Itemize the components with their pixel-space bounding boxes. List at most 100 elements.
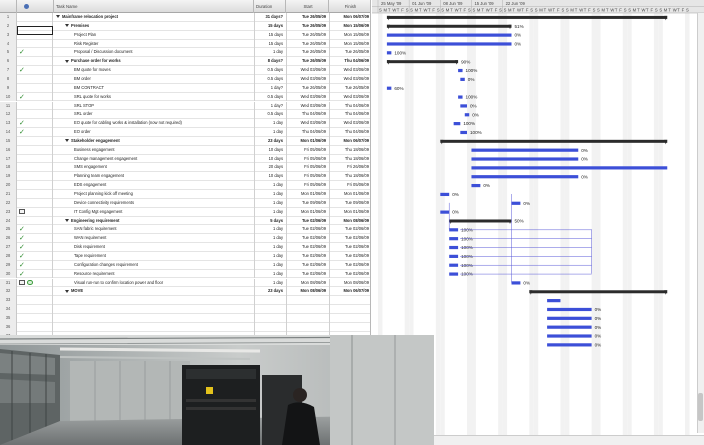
table-row[interactable]: 30 ✓ Resource requirement 1 day Tue 02/06/09…: [0, 269, 370, 279]
task-finish[interactable]: Mon 06/07/09: [329, 136, 370, 146]
table-row[interactable]: 12 SRL order 0.5 days Thu 04/06/09 Thu 04/06…: [0, 110, 370, 120]
table-row[interactable]: 20 EDS engagement 1 day Fri 05/06/09 Fri 05/…: [0, 181, 370, 190]
task-duration[interactable]: 1 day: [254, 260, 285, 270]
task-duration[interactable]: 1 day?: [254, 83, 285, 93]
collapse-toggle-icon[interactable]: [56, 15, 60, 19]
task-name[interactable]: Project planning kick off meeting: [54, 190, 254, 199]
task-start[interactable]: [286, 322, 328, 332]
task-start[interactable]: Tue 26/05/09: [286, 39, 328, 49]
table-row[interactable]: 18 SMS engagement 20 days Fri 05/06/09 Fri 2…: [0, 163, 370, 173]
table-row[interactable]: 24 Engineering requirement 5 days Tue 02/06…: [0, 216, 370, 226]
task-start[interactable]: Wed 03/06/09: [286, 92, 328, 102]
start-header[interactable]: Start: [286, 0, 329, 13]
task-duration[interactable]: 0.5 days: [254, 66, 285, 75]
task-name[interactable]: Business engagement: [54, 146, 254, 155]
task-duration[interactable]: 5 days: [254, 216, 285, 226]
task-finish[interactable]: Mon 08/06/09: [329, 278, 370, 288]
table-row[interactable]: 4 Risk Register 15 days Tue 26/05/09 Mon 15/…: [0, 39, 370, 49]
task-duration[interactable]: 20 days: [254, 163, 285, 173]
task-finish[interactable]: Wed 03/06/09: [329, 92, 370, 102]
table-row[interactable]: 21 Project planning kick off meeting 1 day…: [0, 190, 370, 199]
task-finish[interactable]: Tue 26/05/09: [329, 83, 370, 93]
task-duration[interactable]: 1 day: [254, 48, 285, 58]
table-row[interactable]: 11 SRL STOP 1 day? Wed 03/06/09 Thu 04/06/09: [0, 101, 370, 111]
task-duration[interactable]: 1 day: [254, 243, 285, 252]
task-name[interactable]: Configuration changes requirement: [54, 261, 254, 270]
row-id[interactable]: 30: [0, 269, 17, 279]
row-id[interactable]: 22: [0, 198, 17, 208]
table-row[interactable]: 13 ✓ EO quote for cabling works & installa…: [0, 119, 370, 129]
task-finish[interactable]: Mon 15/06/09: [329, 21, 370, 31]
task-finish[interactable]: Tue 02/06/09: [329, 243, 370, 252]
task-name[interactable]: Premises: [54, 22, 254, 31]
row-id[interactable]: 20: [0, 181, 17, 190]
task-name[interactable]: SRL quote for works: [54, 93, 254, 102]
task-duration[interactable]: 10 days: [254, 145, 285, 155]
task-duration[interactable]: 1 day: [254, 181, 285, 190]
task-start[interactable]: Tue 26/05/09: [286, 57, 328, 67]
task-duration[interactable]: 23 days: [254, 136, 285, 146]
row-id[interactable]: 7: [0, 66, 17, 75]
task-start[interactable]: Tue 26/05/09: [286, 21, 328, 31]
task-name[interactable]: [54, 305, 254, 314]
task-start[interactable]: Tue 02/06/09: [286, 251, 328, 261]
row-id[interactable]: 5: [0, 48, 17, 58]
row-id[interactable]: 32: [0, 287, 17, 297]
task-duration[interactable]: 15 days: [254, 30, 285, 40]
task-duration[interactable]: 8 days?: [254, 57, 285, 67]
row-id[interactable]: 25: [0, 225, 17, 235]
task-duration[interactable]: 1 day: [254, 190, 285, 199]
task-name[interactable]: MOVE: [54, 287, 254, 296]
task-duration[interactable]: 0.5 days: [254, 92, 285, 102]
task-name[interactable]: Engineering requirement: [54, 217, 254, 226]
task-finish[interactable]: Tue 02/06/09: [329, 260, 370, 270]
task-finish[interactable]: Tue 09/06/09: [329, 198, 370, 208]
row-id[interactable]: 16: [0, 145, 17, 155]
task-finish[interactable]: Mon 01/06/09: [329, 190, 370, 199]
row-id[interactable]: 27: [0, 243, 17, 252]
task-name[interactable]: SRL STOP: [54, 102, 254, 111]
task-start[interactable]: Wed 03/06/09: [286, 66, 328, 75]
row-id[interactable]: 26: [0, 234, 17, 244]
task-finish[interactable]: Thu 04/06/09: [329, 110, 370, 120]
row-id[interactable]: 21: [0, 190, 17, 199]
task-name[interactable]: Planning team engagement: [54, 172, 254, 181]
task-start[interactable]: [286, 305, 328, 314]
task-finish[interactable]: Mon 06/07/09: [329, 13, 370, 22]
task-duration[interactable]: 1 day?: [254, 101, 285, 111]
table-row[interactable]: 3 Project Plan 15 days Tue 26/05/09 Mon 15/0…: [0, 30, 370, 40]
note-icon[interactable]: [19, 280, 25, 285]
task-name[interactable]: SMS engagement: [54, 163, 254, 172]
row-id[interactable]: 14: [0, 128, 17, 137]
task-finish[interactable]: Fri 05/06/09: [329, 181, 370, 190]
indicators-header[interactable]: [17, 0, 54, 13]
row-id[interactable]: 31: [0, 278, 17, 288]
task-duration[interactable]: [254, 313, 285, 323]
table-row[interactable]: 26 ✓ WAN requirement 1 day Tue 02/06/09 Tue 0…: [0, 234, 370, 244]
task-duration[interactable]: 15 days: [254, 21, 285, 31]
table-row[interactable]: 5 ✓ Proposal / Discussion document 1 day Tue…: [0, 48, 370, 58]
task-start[interactable]: Tue 26/05/09: [286, 13, 328, 22]
task-name[interactable]: IT Config Mgt engagement: [54, 208, 254, 217]
task-start[interactable]: Wed 03/06/09: [286, 101, 328, 111]
row-id[interactable]: 29: [0, 260, 17, 270]
hyperlink-icon[interactable]: [27, 279, 33, 286]
task-duration[interactable]: 10 days: [254, 154, 285, 164]
task-start[interactable]: Tue 09/06/09: [286, 198, 328, 208]
task-start[interactable]: Thu 04/06/09: [286, 110, 328, 120]
task-finish[interactable]: Mon 08/06/09: [329, 216, 370, 226]
table-row[interactable]: 2 Premises 15 days Tue 26/05/09 Mon 15/06/09: [0, 21, 370, 31]
collapse-toggle-icon[interactable]: [65, 59, 69, 63]
task-start[interactable]: [286, 313, 328, 323]
row-id[interactable]: 9: [0, 83, 17, 93]
task-name[interactable]: BM quote for moves: [54, 66, 254, 75]
task-name[interactable]: Mainframe relocation project: [54, 13, 254, 22]
task-duration[interactable]: 0.5 days: [254, 74, 285, 84]
task-name[interactable]: Device connectivity requirements: [54, 199, 254, 208]
row-id[interactable]: 6: [0, 57, 17, 67]
task-duration[interactable]: 1 day: [254, 198, 285, 208]
selected-cell[interactable]: [17, 26, 53, 35]
task-start[interactable]: Fri 05/06/09: [286, 154, 328, 164]
row-id[interactable]: 34: [0, 305, 17, 314]
task-start[interactable]: Mon 08/06/09: [286, 278, 328, 288]
